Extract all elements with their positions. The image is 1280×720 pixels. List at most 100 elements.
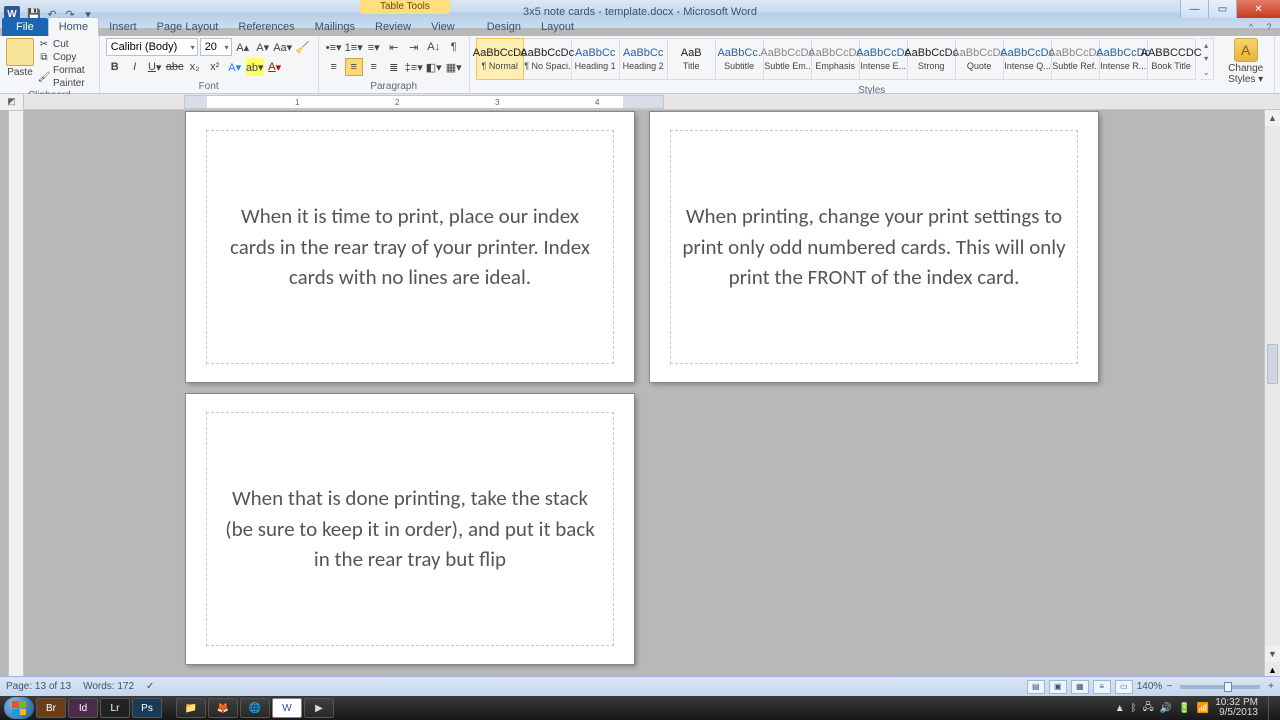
show-desktop-button[interactable] (1268, 696, 1276, 720)
taskbar-item-word[interactable]: W (272, 698, 302, 718)
superscript-button[interactable]: x² (206, 58, 224, 76)
style-item-strong[interactable]: AaBbCcDcStrong (908, 38, 956, 80)
grow-font-icon[interactable]: A▴ (234, 38, 252, 56)
taskbar-item-chrome[interactable]: 🌐 (240, 698, 270, 718)
styles-gallery[interactable]: AaBbCcDc¶ NormalAaBbCcDc¶ No Spaci...AaB… (476, 38, 1196, 80)
tab-insert[interactable]: Insert (99, 18, 147, 36)
taskbar-item-vlc[interactable]: ▶ (304, 698, 334, 718)
card-text[interactable]: When that is done printing, take the sta… (212, 412, 608, 646)
style-item-quote[interactable]: AaBbCcDcQuote (956, 38, 1004, 80)
taskbar-item-indesign[interactable]: Id (68, 698, 98, 718)
zoom-knob[interactable] (1224, 682, 1232, 692)
page-card[interactable]: When that is done printing, take the sta… (186, 394, 634, 664)
page-indicator[interactable]: Page: 13 of 13 (6, 681, 71, 692)
increase-indent-button[interactable]: ⇥ (405, 38, 423, 56)
zoom-slider[interactable] (1180, 685, 1260, 689)
style-item-emphasis[interactable]: AaBbCcDcEmphasis (812, 38, 860, 80)
card-text[interactable]: When printing, change your print setting… (676, 130, 1072, 364)
style-item-intense-r-[interactable]: AaBbCcDcIntense R... (1100, 38, 1148, 80)
taskbar-item-bridge[interactable]: Br (36, 698, 66, 718)
numbering-button[interactable]: 1≡▾ (345, 38, 363, 56)
print-layout-view-button[interactable]: ▤ (1027, 680, 1045, 694)
clock[interactable]: 10:32 PM 9/5/2013 (1215, 698, 1262, 718)
tray-up-icon[interactable]: ▲ (1115, 703, 1125, 714)
scroll-thumb[interactable] (1267, 344, 1278, 384)
tab-table-design[interactable]: Design (477, 18, 531, 36)
sort-button[interactable]: A↓ (425, 38, 443, 56)
network-icon[interactable]: 🖧 (1143, 700, 1154, 717)
style-item-subtle-ref-[interactable]: AaBbCcDcSubtle Ref... (1052, 38, 1100, 80)
style-item-heading-1[interactable]: AaBbCcHeading 1 (572, 38, 620, 80)
proofing-icon[interactable]: ✓ (146, 681, 154, 692)
wifi-icon[interactable]: 📶 (1197, 703, 1209, 714)
horizontal-ruler[interactable]: 1 2 3 4 (184, 95, 664, 109)
align-right-button[interactable]: ≡ (365, 58, 383, 76)
minimize-button[interactable]: — (1180, 0, 1208, 18)
vertical-scrollbar[interactable]: ▲ ▼ ▲ ▼ (1264, 110, 1280, 694)
battery-icon[interactable]: 🔋 (1178, 703, 1190, 714)
copy-button[interactable]: ⧉Copy (38, 51, 93, 64)
tab-mailings[interactable]: Mailings (305, 18, 365, 36)
tab-page-layout[interactable]: Page Layout (147, 18, 229, 36)
change-styles-button[interactable]: A Change Styles ▾ (1224, 38, 1268, 85)
style-item-title[interactable]: AaBTitle (668, 38, 716, 80)
shrink-font-icon[interactable]: A▾ (254, 38, 272, 56)
taskbar-item-lightroom[interactable]: Lr (100, 698, 130, 718)
start-button[interactable] (4, 697, 34, 719)
change-case-icon[interactable]: Aa▾ (274, 38, 292, 56)
style-item-heading-2[interactable]: AaBbCcHeading 2 (620, 38, 668, 80)
text-effects-button[interactable]: A▾ (226, 58, 244, 76)
style-item-intense-e-[interactable]: AaBbCcDcIntense E... (860, 38, 908, 80)
highlight-button[interactable]: ab▾ (246, 58, 264, 76)
font-size-combo[interactable]: 20 (200, 38, 232, 56)
tab-home[interactable]: Home (48, 17, 99, 36)
style-item-subtle-em-[interactable]: AaBbCcDcSubtle Em... (764, 38, 812, 80)
ruler-corner[interactable]: ◩ (0, 94, 24, 110)
italic-button[interactable]: I (126, 58, 144, 76)
borders-button[interactable]: ▦▾ (445, 58, 463, 76)
style-item-book-title[interactable]: AABBCCDCBook Title (1148, 38, 1196, 80)
zoom-level[interactable]: 140% (1137, 681, 1163, 692)
taskbar-item-firefox[interactable]: 🦊 (208, 698, 238, 718)
cut-button[interactable]: ✂Cut (38, 38, 93, 51)
font-color-button[interactable]: A▾ (266, 58, 284, 76)
maximize-button[interactable]: ▭ (1208, 0, 1236, 18)
strikethrough-button[interactable]: abc (166, 58, 184, 76)
ribbon-minimize-icon[interactable]: ^ (1242, 20, 1260, 34)
align-left-button[interactable]: ≡ (325, 58, 343, 76)
taskbar-item-photoshop[interactable]: Ps (132, 698, 162, 718)
help-icon[interactable]: ? (1260, 20, 1278, 34)
zoom-out-button[interactable]: − (1166, 681, 1172, 692)
format-painter-button[interactable]: 🖌Format Painter (38, 64, 93, 90)
style-item-intense-q-[interactable]: AaBbCcDcIntense Q... (1004, 38, 1052, 80)
taskbar-item-explorer[interactable]: 📁 (176, 698, 206, 718)
tab-table-layout[interactable]: Layout (531, 18, 584, 36)
font-name-combo[interactable]: Calibri (Body) (106, 38, 198, 56)
card-text[interactable]: When it is time to print, place our inde… (212, 130, 608, 364)
show-marks-button[interactable]: ¶ (445, 38, 463, 56)
scroll-down-icon[interactable]: ▼ (1265, 646, 1280, 662)
document-area[interactable]: When it is time to print, place our inde… (0, 110, 1264, 694)
shading-button[interactable]: ◧▾ (425, 58, 443, 76)
draft-view-button[interactable]: ▭ (1115, 680, 1133, 694)
bullets-button[interactable]: •≡▾ (325, 38, 343, 56)
page-card[interactable]: When printing, change your print setting… (650, 112, 1098, 382)
tab-references[interactable]: References (228, 18, 304, 36)
outline-view-button[interactable]: ≡ (1093, 680, 1111, 694)
page-card[interactable]: When it is time to print, place our inde… (186, 112, 634, 382)
underline-button[interactable]: U▾ (146, 58, 164, 76)
tab-file[interactable]: File (2, 18, 48, 36)
decrease-indent-button[interactable]: ⇤ (385, 38, 403, 56)
word-count[interactable]: Words: 172 (83, 681, 134, 692)
web-layout-view-button[interactable]: ▦ (1071, 680, 1089, 694)
multilevel-button[interactable]: ≡▾ (365, 38, 383, 56)
justify-button[interactable]: ≣ (385, 58, 403, 76)
style-item--no-spaci-[interactable]: AaBbCcDc¶ No Spaci... (524, 38, 572, 80)
full-screen-view-button[interactable]: ▣ (1049, 680, 1067, 694)
tab-view[interactable]: View (421, 18, 465, 36)
line-spacing-button[interactable]: ‡≡▾ (405, 58, 423, 76)
styles-more-button[interactable]: ▴▾⌄ (1200, 38, 1214, 80)
tab-review[interactable]: Review (365, 18, 421, 36)
bluetooth-icon[interactable]: ᛒ (1131, 703, 1137, 714)
close-button[interactable]: ✕ (1236, 0, 1280, 18)
